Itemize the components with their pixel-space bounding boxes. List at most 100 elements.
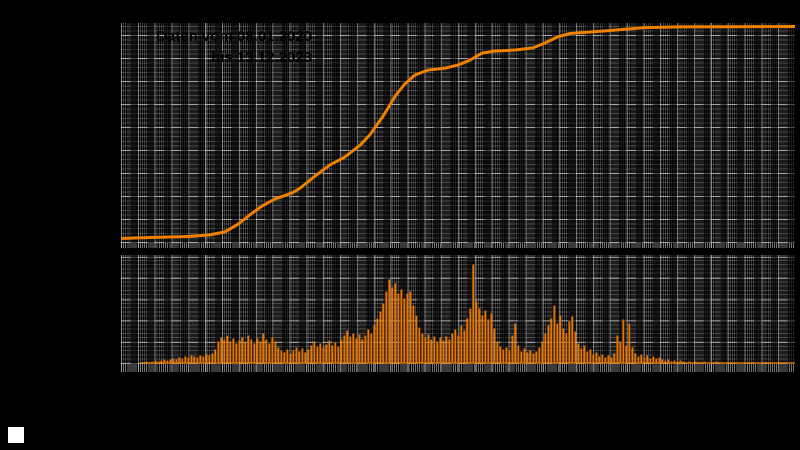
daily-bar xyxy=(559,315,562,364)
daily-bar xyxy=(187,357,190,364)
daily-bar xyxy=(445,336,448,364)
annotation-date-from: Daten vom 08.01.2020 xyxy=(156,28,312,45)
daily-bar xyxy=(175,359,178,364)
daily-bar xyxy=(331,345,334,364)
daily-bar xyxy=(619,341,622,364)
chart-title-annotation: Daten vom 08.01.2020 bis 13.12.2023 xyxy=(146,26,312,68)
daily-bar xyxy=(412,305,415,364)
daily-bar xyxy=(469,308,472,364)
daily-bar xyxy=(427,334,430,364)
daily-bar xyxy=(271,337,274,364)
daily-bar xyxy=(556,323,559,364)
daily-bar xyxy=(580,348,583,364)
daily-bar xyxy=(640,354,643,364)
daily-bar xyxy=(241,337,244,364)
daily-bar xyxy=(430,339,433,364)
daily-bar xyxy=(211,353,214,364)
daily-bar xyxy=(607,355,610,364)
daily-bar xyxy=(370,333,373,364)
daily-bar xyxy=(220,337,223,364)
daily-bar xyxy=(454,329,457,364)
daily-bar xyxy=(400,289,403,364)
daily-bar xyxy=(247,335,250,364)
daily-bar xyxy=(448,339,451,364)
daily-bar xyxy=(292,350,295,364)
daily-bar xyxy=(433,336,436,364)
daily-bar xyxy=(256,338,259,364)
daily-bar xyxy=(367,329,370,364)
daily-bar xyxy=(496,341,499,364)
daily-bar xyxy=(661,359,664,364)
daily-bar xyxy=(382,303,385,364)
daily-bar xyxy=(532,353,535,364)
daily-bar xyxy=(511,335,514,364)
daily-bar xyxy=(442,340,445,364)
daily-bar xyxy=(493,328,496,364)
daily-bar xyxy=(346,330,349,364)
daily-bar xyxy=(268,343,271,364)
daily-bar xyxy=(361,339,364,364)
daily-bar xyxy=(523,348,526,364)
daily-bar xyxy=(589,349,592,364)
daily-bar xyxy=(472,264,475,364)
daily-bar xyxy=(439,337,442,364)
daily-bar xyxy=(406,293,409,364)
daily-bar xyxy=(178,357,181,364)
daily-bar xyxy=(352,333,355,364)
daily-bar xyxy=(643,357,646,364)
daily-bar xyxy=(202,356,205,364)
daily-bar xyxy=(301,348,304,364)
daily-bar xyxy=(316,346,319,364)
daily-bar xyxy=(592,354,595,364)
daily-bar xyxy=(484,310,487,364)
daily-bar xyxy=(490,313,493,364)
daily-bar xyxy=(343,335,346,364)
daily-bar xyxy=(601,354,604,364)
daily-bar xyxy=(526,352,529,364)
x-tick-strip-bottom xyxy=(121,364,795,372)
daily-bar xyxy=(385,291,388,364)
daily-bar xyxy=(436,341,439,364)
daily-bar xyxy=(364,335,367,364)
daily-bar xyxy=(379,311,382,364)
daily-bar xyxy=(499,346,502,364)
daily-bar xyxy=(460,325,463,364)
daily-bar xyxy=(274,341,277,364)
daily-bar xyxy=(199,355,202,364)
daily-bar xyxy=(502,349,505,364)
daily-bar xyxy=(598,356,601,364)
daily-bar xyxy=(403,298,406,364)
daily-bar xyxy=(577,343,580,364)
daily-bar xyxy=(625,345,628,364)
daily-bar xyxy=(391,287,394,364)
daily-bar xyxy=(298,351,301,364)
daily-bar xyxy=(616,335,619,364)
daily-bar xyxy=(520,351,523,364)
daily-bar xyxy=(283,352,286,364)
daily-bar xyxy=(373,325,376,364)
daily-bar xyxy=(163,359,166,364)
daily-bar xyxy=(214,349,217,364)
daily-bar xyxy=(595,352,598,364)
daily-bar xyxy=(451,333,454,364)
daily-bar xyxy=(418,327,421,364)
daily-bar xyxy=(409,291,412,364)
daily-bar xyxy=(394,283,397,364)
annotation-date-to: bis 13.12.2023 xyxy=(211,49,312,66)
daily-bar xyxy=(478,308,481,364)
daily-bar xyxy=(631,347,634,364)
daily-bar xyxy=(223,339,226,364)
daily-bar xyxy=(568,321,571,364)
daily-bar xyxy=(388,279,391,364)
daily-bar xyxy=(310,345,313,364)
daily-bar xyxy=(613,353,616,364)
daily-bar xyxy=(217,341,220,364)
daily-bar xyxy=(238,340,241,364)
daily-bar xyxy=(457,335,460,364)
daily-bar xyxy=(610,357,613,364)
daily-bar xyxy=(265,339,268,364)
daily-bar xyxy=(193,356,196,364)
daily-bar xyxy=(232,338,235,364)
daily-bar xyxy=(349,336,352,364)
daily-bar xyxy=(328,340,331,364)
